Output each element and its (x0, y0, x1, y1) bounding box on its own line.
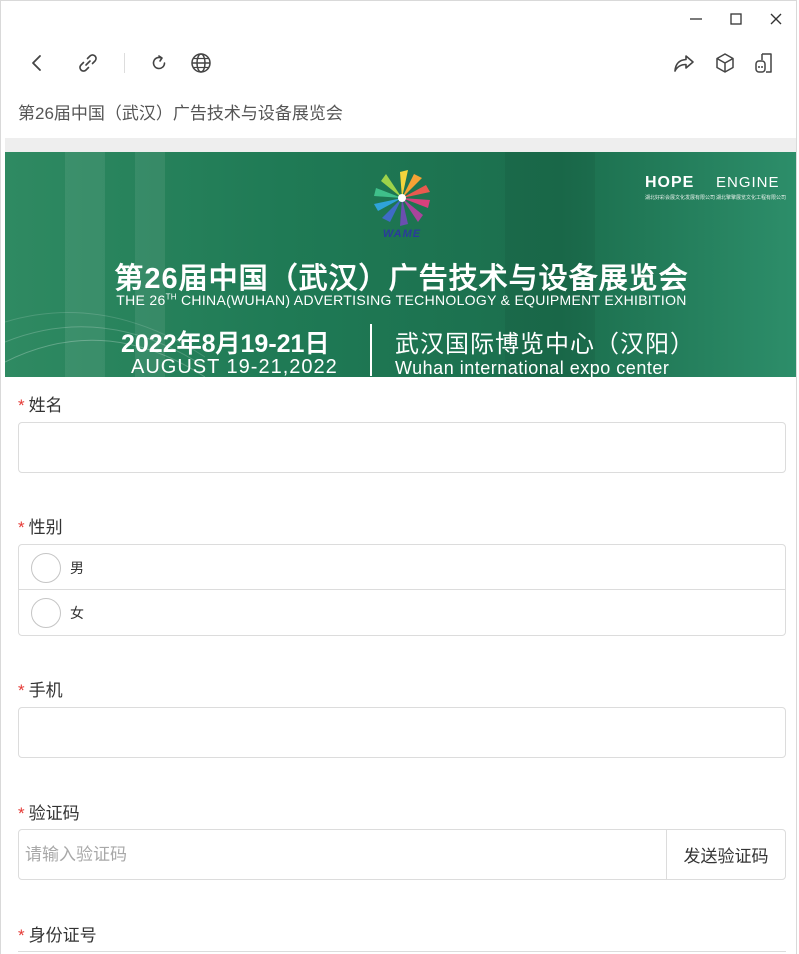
banner-title: 第26届中国（武汉）广告技术与设备展览会 (114, 263, 689, 295)
phone-field[interactable] (18, 707, 786, 758)
banner-venue-en: Wuhan international expo center (395, 358, 670, 377)
phone-label-text: 手机 (28, 681, 63, 700)
banner-date-en: AUGUST 19-21,2022 (131, 356, 338, 377)
gender-option-male[interactable]: 男 (19, 545, 785, 590)
back-icon[interactable] (23, 49, 51, 77)
gender-option-female[interactable]: 女 (19, 590, 785, 635)
required-mark: * (18, 518, 25, 537)
event-banner: WAME HOPE 湖北好彩会展文化发展有限公司 ENGINE 湖北擎擎展览文化… (5, 152, 796, 377)
phone-label: * 手机 (18, 676, 63, 701)
id-number-label: * 身份证号 (18, 921, 97, 946)
banner-subtitle-pre: THE 26 (116, 292, 166, 308)
toolbar (1, 41, 796, 85)
partner-logo-engine: ENGINE (716, 174, 780, 191)
id-number-label-text: 身份证号 (28, 926, 97, 945)
gender-radio-group: 男 女 (18, 544, 786, 636)
refresh-icon[interactable] (145, 49, 173, 77)
banner-subtitle-post: CHINA(WUHAN) ADVERTISING TECHNOLOGY & EQ… (176, 292, 687, 308)
logo-text: WAME (382, 228, 422, 240)
code-input[interactable] (19, 830, 666, 879)
wame-logo: WAME (367, 166, 437, 246)
device-icon[interactable] (751, 49, 779, 77)
required-mark: * (18, 804, 25, 823)
required-mark: * (18, 926, 25, 945)
page-title: 第26届中国（武汉）广告技术与设备展览会 (18, 104, 343, 123)
browser-window: 第26届中国（武汉）广告技术与设备展览会 WAME HOPE 湖北好彩会展文化发… (0, 0, 797, 954)
partner-hope-subtitle: 湖北好彩会展文化发展有限公司 (645, 195, 716, 201)
name-label-text: 姓名 (28, 396, 63, 415)
window-controls (676, 1, 796, 37)
cube-icon[interactable] (711, 49, 739, 77)
header-divider (5, 138, 796, 152)
name-field[interactable] (18, 422, 786, 473)
link-icon[interactable] (74, 49, 102, 77)
send-code-button[interactable]: 发送验证码 (666, 830, 785, 879)
gender-option-label: 男 (70, 559, 84, 576)
close-icon[interactable] (756, 1, 796, 37)
banner-subtitle: THE 26TH CHINA(WUHAN) ADVERTISING TECHNO… (5, 292, 796, 308)
partner-logo-hope: HOPE (645, 174, 695, 191)
required-mark: * (18, 681, 25, 700)
banner-subtitle-sup: TH (165, 292, 177, 302)
maximize-icon[interactable] (716, 1, 756, 37)
id-number-field-top[interactable] (18, 951, 786, 952)
code-field-group: 发送验证码 (18, 829, 786, 880)
partner-engine-subtitle: 湖北擎擎展览文化工程有限公司 (716, 195, 787, 201)
name-label: * 姓名 (18, 391, 63, 416)
code-label: * 验证码 (18, 799, 80, 824)
share-icon[interactable] (670, 49, 698, 77)
required-mark: * (18, 396, 25, 415)
gender-label-text: 性别 (28, 518, 63, 537)
radio-button[interactable] (31, 597, 61, 628)
globe-icon[interactable] (187, 49, 215, 77)
gender-label: * 性别 (18, 513, 63, 538)
code-label-text: 验证码 (28, 804, 80, 823)
banner-date-cn: 2022年8月19-21日 (121, 330, 330, 358)
minimize-icon[interactable] (676, 1, 716, 37)
toolbar-separator (124, 53, 125, 73)
radio-button[interactable] (31, 552, 61, 583)
gender-option-label: 女 (70, 604, 84, 621)
banner-divider (370, 324, 372, 376)
banner-venue-cn: 武汉国际博览中心（汉阳） (395, 331, 695, 358)
